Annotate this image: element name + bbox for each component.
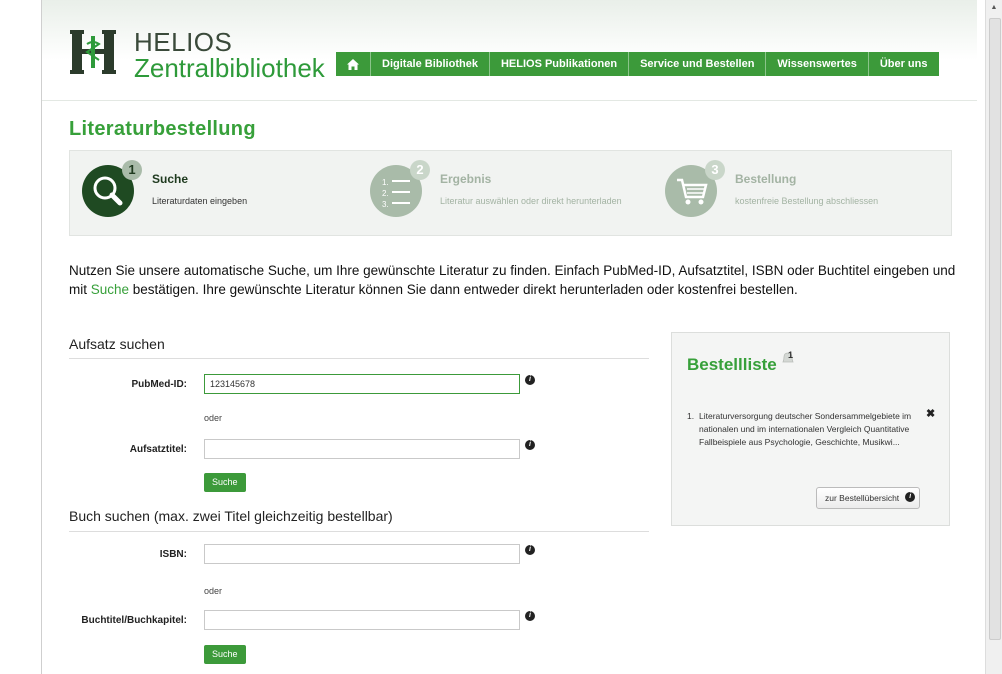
step-order-subtitle: kostenfreie Bestellung abschliessen (735, 196, 879, 206)
nav-item-ueber-uns[interactable]: Über uns (867, 52, 939, 76)
pubmed-id-info-icon[interactable]: i (525, 375, 535, 385)
book-search-heading: Buch suchen (max. zwei Titel gleichzeiti… (69, 508, 393, 524)
main-navigation: Digitale Bibliothek HELIOS Publikationen… (336, 52, 939, 76)
book-search-button[interactable]: Suche (204, 645, 246, 664)
scrollbar-thumb[interactable] (989, 18, 1001, 640)
order-list-item: 1. Literaturversorgung deutscher Sonders… (687, 410, 917, 449)
nav-item-service-und-bestellen[interactable]: Service und Bestellen (628, 52, 766, 76)
step-search-title: Suche (152, 172, 189, 186)
order-list-count-badge: 1 (788, 350, 794, 360)
order-steps: 1 Suche Literaturdaten eingeben 1. 2. 3.… (69, 150, 952, 236)
pubmed-id-label: PubMed-ID: (131, 379, 187, 390)
step-result-subtitle: Literatur auswählen oder direkt herunter… (440, 196, 622, 206)
article-title-info-icon[interactable]: i (525, 440, 535, 450)
step-order: 3 Bestellung kostenfreie Bestellung absc… (665, 151, 935, 235)
page-title: Literaturbestellung (69, 118, 256, 140)
article-title-label: Aufsatztitel: (129, 444, 187, 455)
book-title-info-icon[interactable]: i (525, 611, 535, 621)
isbn-input[interactable] (204, 544, 520, 564)
order-overview-info-icon: i (905, 492, 916, 502)
pubmed-id-input[interactable] (204, 374, 520, 394)
order-list-panel: Bestellliste 1 1. Literaturversorgung de… (671, 332, 950, 526)
intro-search-link[interactable]: Suche (91, 282, 129, 297)
article-or-text: oder (204, 413, 223, 423)
brand-name-line2[interactable]: Zentralbibliothek (134, 53, 325, 84)
order-overview-button[interactable]: zur Bestellübersicht i (816, 487, 921, 509)
nav-item-helios-publikationen[interactable]: HELIOS Publikationen (488, 52, 629, 76)
svg-text:2.: 2. (382, 189, 389, 198)
intro-text: Nutzen Sie unsere automatische Suche, um… (69, 261, 959, 299)
book-title-label: Buchtitel/Buchkapitel: (81, 615, 187, 626)
article-search-heading: Aufsatz suchen (69, 336, 165, 352)
step-result: 1. 2. 3. 2 Ergebnis Literatur auswählen … (370, 151, 670, 235)
scroll-up-arrow-icon[interactable]: ▲ (986, 0, 1002, 16)
step-search-subtitle: Literaturdaten eingeben (152, 196, 248, 206)
nav-item-digitale-bibliothek[interactable]: Digitale Bibliothek (370, 52, 489, 76)
step-order-number: 3 (705, 160, 725, 180)
book-title-input[interactable] (204, 610, 520, 630)
page: HELIOS Zentralbibliothek Digitale Biblio… (42, 0, 977, 674)
step-result-title: Ergebnis (440, 172, 492, 186)
order-list-item-text: Literaturversorgung deutscher Sondersamm… (699, 411, 912, 447)
order-list-title: Bestellliste (687, 355, 777, 374)
nav-item-wissenswertes[interactable]: Wissenswertes (765, 52, 868, 76)
article-title-input[interactable] (204, 439, 520, 459)
isbn-info-icon[interactable]: i (525, 545, 535, 555)
article-search-button[interactable]: Suche (204, 473, 246, 492)
book-or-text: oder (204, 586, 223, 596)
step-result-number: 2 (410, 160, 430, 180)
intro-text-part2: bestätigen. Ihre gewünschte Literatur kö… (129, 282, 798, 297)
article-search-divider (69, 358, 649, 359)
step-search-number: 1 (122, 160, 142, 180)
svg-text:1.: 1. (382, 178, 389, 187)
remove-item-icon[interactable]: ✖ (926, 407, 935, 420)
step-search: 1 Suche Literaturdaten eingeben (82, 151, 332, 235)
left-background (0, 0, 41, 674)
nav-home-button[interactable] (336, 52, 370, 76)
book-search-divider (69, 531, 649, 532)
order-overview-button-label: zur Bestellübersicht (825, 493, 900, 503)
helios-logo-icon[interactable] (70, 30, 116, 74)
step-order-title: Bestellung (735, 172, 797, 186)
home-icon (347, 58, 359, 70)
site-header: HELIOS Zentralbibliothek Digitale Biblio… (42, 0, 977, 101)
isbn-label: ISBN: (159, 549, 187, 560)
order-list-item-index: 1. (687, 411, 695, 421)
svg-text:3.: 3. (382, 200, 389, 209)
vertical-scrollbar[interactable]: ▲ (985, 0, 1002, 674)
